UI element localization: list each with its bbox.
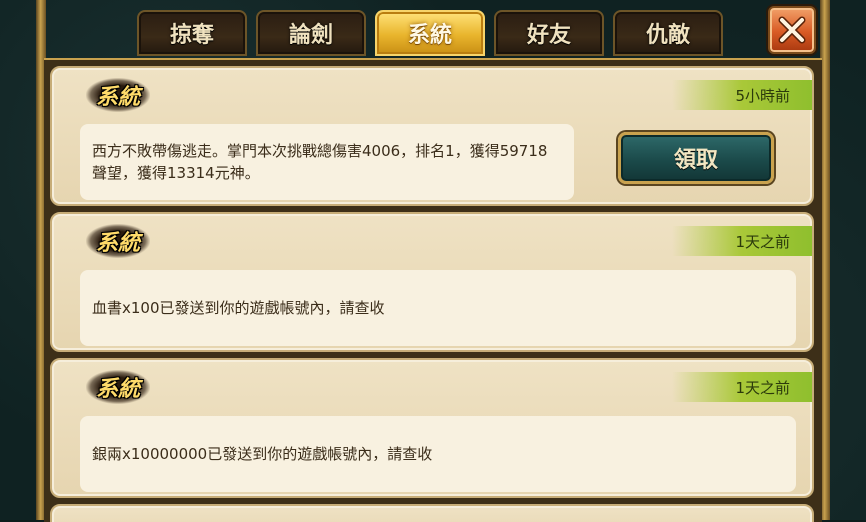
message-text-box: 西方不敗帶傷逃走。掌門本次挑戰總傷害4006，排名1，獲得59718聲望，獲得1… [80,124,574,200]
message-time: 1天之前 [735,232,790,251]
message-card: 系統 1天之前 銀兩x10000000已發送到你的遊戲帳號內，請查收 [50,358,814,498]
sender-label: 系統 [86,78,150,112]
message-text-box: 血書x100已發送到你的遊戲帳號內，請查收 [80,270,796,346]
tab-label: 好友 [526,22,571,48]
message-list[interactable]: 系統 5小時前 西方不敗帶傷逃走。掌門本次挑戰總傷害4006，排名1，獲得597… [44,58,822,522]
tab-plunder[interactable]: 掠奪 [137,10,247,56]
close-button[interactable] [768,6,816,54]
close-x-icon [778,16,806,44]
time-badge: 5小時前 [672,80,812,110]
message-text-box: 銀兩x10000000已發送到你的遊戲帳號內，請查收 [80,416,796,492]
tab-duel[interactable]: 論劍 [256,10,366,56]
message-text: 血書x100已發送到你的遊戲帳號內，請查收 [92,299,385,317]
message-card: 系統 1天之前 血書x100已發送到你的遊戲帳號內，請查收 [50,212,814,352]
message-time: 5小時前 [735,86,790,105]
message-card: 系統 5小時前 西方不敗帶傷逃走。掌門本次挑戰總傷害4006，排名1，獲得597… [50,66,814,206]
tab-label: 掠奪 [169,22,214,48]
claim-button[interactable]: 領取 [618,132,774,184]
tab-enemies[interactable]: 仇敵 [613,10,723,56]
mail-window: 掠奪 論劍 系統 好友 仇敵 系統 5小時前 西方不敗帶傷逃走。掌門本次挑戰總傷… [0,0,866,522]
sender-label: 系統 [86,224,150,258]
message-time: 1天之前 [735,378,790,397]
tab-system[interactable]: 系統 [375,10,485,56]
tab-label: 仇敵 [645,22,690,48]
claim-button-label: 領取 [673,147,718,173]
time-badge: 1天之前 [672,226,812,256]
message-card-partial [50,504,814,522]
tab-label: 系統 [407,22,452,48]
tab-label: 論劍 [288,22,333,48]
message-text: 銀兩x10000000已發送到你的遊戲帳號內，請查收 [92,445,433,463]
message-text: 西方不敗帶傷逃走。掌門本次挑戰總傷害4006，排名1，獲得59718聲望，獲得1… [92,142,548,182]
time-badge: 1天之前 [672,372,812,402]
tab-friends[interactable]: 好友 [494,10,604,56]
sender-label: 系統 [86,370,150,404]
